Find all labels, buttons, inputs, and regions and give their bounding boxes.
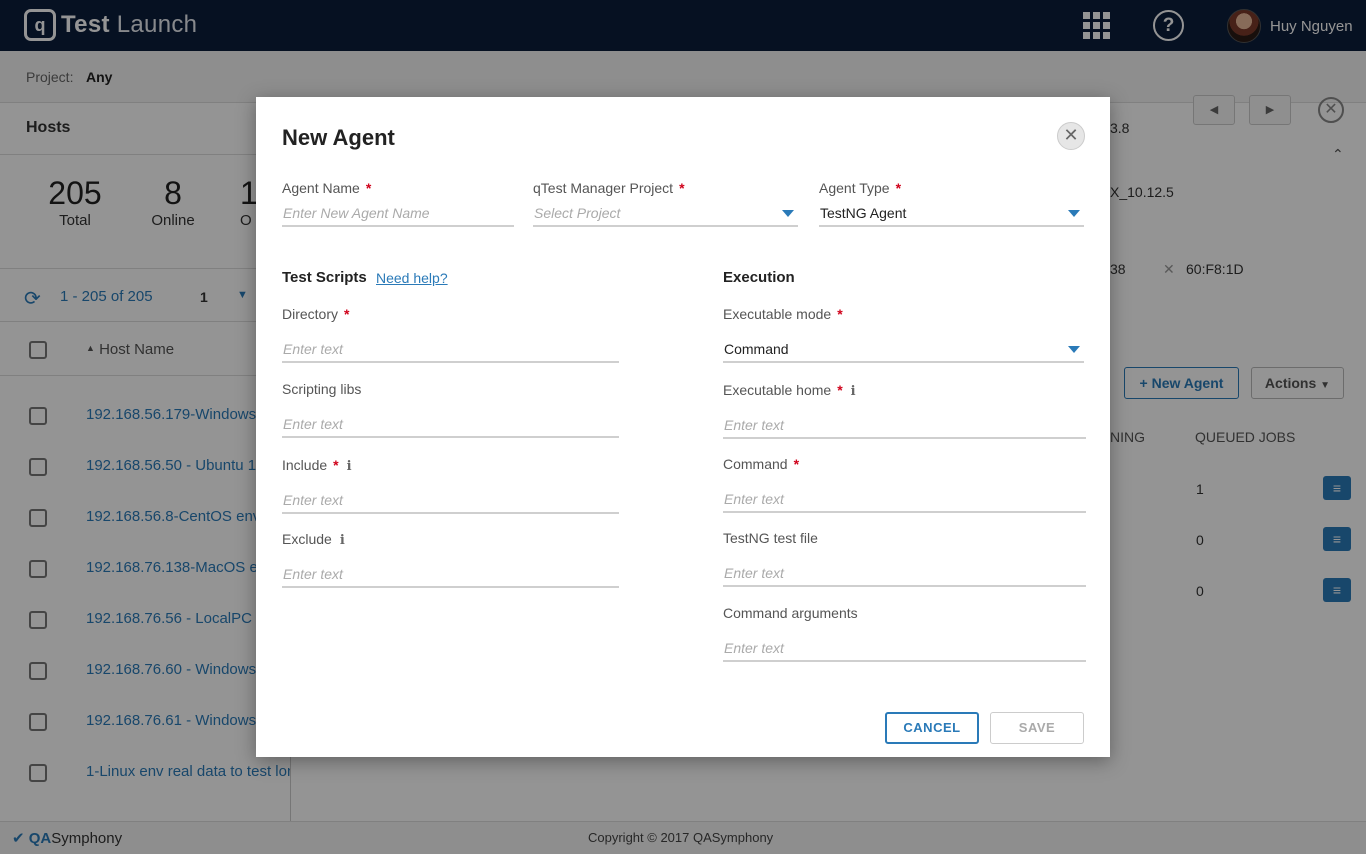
required-icon: * (365, 180, 372, 196)
required-icon: * (793, 456, 800, 472)
required-icon: * (837, 306, 843, 322)
testng-file-input[interactable]: Enter text (723, 561, 1086, 587)
exec-mode-label: Executable mode * (723, 306, 843, 322)
exec-mode-select[interactable]: Command (723, 337, 1084, 363)
caret-down-icon (782, 210, 794, 217)
testng-file-label: TestNG test file (723, 530, 818, 546)
command-label: Command * (723, 456, 800, 472)
include-input[interactable]: Enter text (282, 488, 619, 514)
agent-name-label: Agent Name * (282, 180, 372, 196)
scripting-libs-label: Scripting libs (282, 381, 362, 397)
exclude-input[interactable]: Enter text (282, 562, 619, 588)
save-button[interactable]: SAVE (990, 712, 1084, 744)
required-icon: * (344, 306, 350, 322)
command-input[interactable]: Enter text (723, 487, 1086, 513)
required-icon: * (895, 180, 902, 196)
project-label: qTest Manager Project * (533, 180, 685, 196)
info-icon[interactable]: i (347, 459, 352, 474)
exec-home-label: Executable home * i (723, 382, 856, 399)
agent-name-input[interactable]: Enter New Agent Name (282, 201, 514, 227)
scripting-libs-input[interactable]: Enter text (282, 412, 619, 438)
command-args-input[interactable]: Enter text (723, 636, 1086, 662)
project-select[interactable]: Select Project (533, 201, 798, 227)
required-icon: * (333, 457, 339, 473)
test-scripts-title: Test Scripts (282, 269, 367, 286)
caret-down-icon (1068, 346, 1080, 353)
info-icon[interactable]: i (340, 533, 345, 548)
directory-label: Directory * (282, 306, 350, 322)
exec-home-input[interactable]: Enter text (723, 413, 1086, 439)
command-args-label: Command arguments (723, 605, 858, 621)
agent-type-select[interactable]: TestNG Agent (819, 201, 1084, 227)
agent-type-label: Agent Type * (819, 180, 902, 196)
need-help-link[interactable]: Need help? (376, 270, 448, 286)
close-icon[interactable]: ✕ (1057, 122, 1085, 150)
exclude-label: Exclude i (282, 531, 345, 548)
required-icon: * (679, 180, 685, 196)
directory-input[interactable]: Enter text (282, 337, 619, 363)
include-label: Include * i (282, 457, 352, 474)
new-agent-dialog: New Agent ✕ Agent Name * Enter New Agent … (256, 97, 1110, 757)
required-icon: * (837, 382, 843, 398)
info-icon[interactable]: i (851, 384, 856, 399)
execution-title: Execution (723, 269, 795, 286)
cancel-button[interactable]: CANCEL (885, 712, 979, 744)
dialog-title: New Agent (282, 125, 395, 150)
caret-down-icon (1068, 210, 1080, 217)
